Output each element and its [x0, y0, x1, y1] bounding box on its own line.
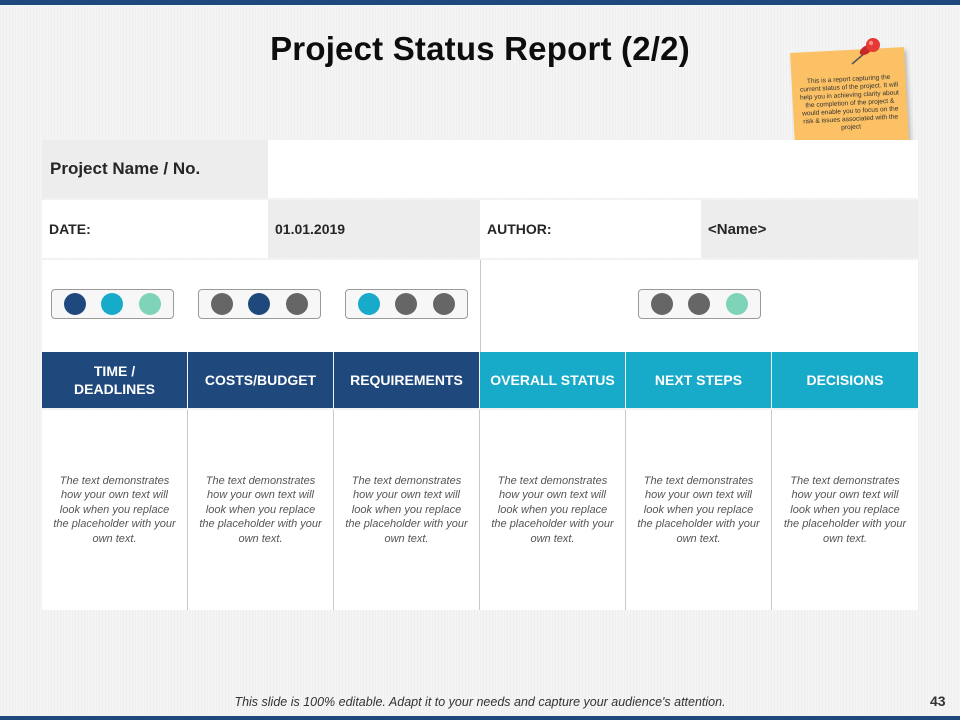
project-name-value[interactable] [268, 140, 918, 198]
status-dot [101, 293, 124, 315]
project-name-label: Project Name / No. [42, 140, 268, 198]
status-dot [248, 293, 271, 315]
body-decisions[interactable]: The text demonstrates how your own text … [772, 410, 918, 610]
date-value[interactable]: 01.01.2019 [268, 200, 480, 258]
status-dot [433, 293, 456, 315]
status-dot [210, 293, 233, 315]
traffic-light-overall [638, 289, 761, 319]
header-label: OVERALL STATUS [490, 372, 615, 388]
body-overall-status[interactable]: The text demonstrates how your own text … [480, 410, 625, 610]
body-next-steps[interactable]: The text demonstrates how your own text … [626, 410, 771, 610]
column-divider [625, 410, 626, 610]
header-label: TIME / DEADLINES [74, 363, 155, 397]
header-label: DECISIONS [806, 372, 884, 388]
status-dot [139, 293, 162, 315]
header-label: NEXT STEPS [654, 372, 743, 388]
header-overall-status: OVERALL STATUS [480, 352, 625, 408]
body-costs-budget[interactable]: The text demonstrates how your own text … [188, 410, 333, 610]
status-dot [286, 293, 309, 315]
column-divider [187, 410, 188, 610]
author-label: AUTHOR: [480, 200, 701, 258]
footer-note: This slide is 100% editable. Adapt it to… [234, 695, 726, 709]
divider [480, 260, 481, 352]
header-label: COSTS/BUDGET [204, 372, 317, 388]
traffic-light-requirements [345, 289, 468, 319]
top-accent-bar [0, 0, 960, 5]
status-dot [357, 293, 380, 315]
body-time-deadlines[interactable]: The text demonstrates how your own text … [42, 410, 187, 610]
author-value[interactable]: <Name> [701, 200, 918, 258]
status-dot [726, 293, 749, 315]
header-label: REQUIREMENTS [350, 372, 463, 388]
bottom-accent-bar [0, 716, 960, 720]
page-number: 43 [930, 693, 946, 709]
status-dot [688, 293, 711, 315]
body-requirements[interactable]: The text demonstrates how your own text … [334, 410, 479, 610]
header-costs-budget: COSTS/BUDGET [188, 352, 333, 408]
header-decisions: DECISIONS [772, 352, 918, 408]
header-requirements: REQUIREMENTS [334, 352, 479, 408]
status-dot [650, 293, 673, 315]
traffic-light-time [51, 289, 174, 319]
column-divider [479, 410, 480, 610]
header-next-steps: NEXT STEPS [626, 352, 771, 408]
sticky-note-text: This is a report capturing the current s… [799, 73, 900, 132]
traffic-light-costs [198, 289, 321, 319]
status-dot [395, 293, 418, 315]
column-divider [333, 410, 334, 610]
date-label: DATE: [42, 200, 268, 258]
push-pin-icon [851, 38, 880, 65]
column-divider [771, 410, 772, 610]
status-dot [63, 293, 86, 315]
header-time-deadlines: TIME / DEADLINES [42, 352, 187, 408]
